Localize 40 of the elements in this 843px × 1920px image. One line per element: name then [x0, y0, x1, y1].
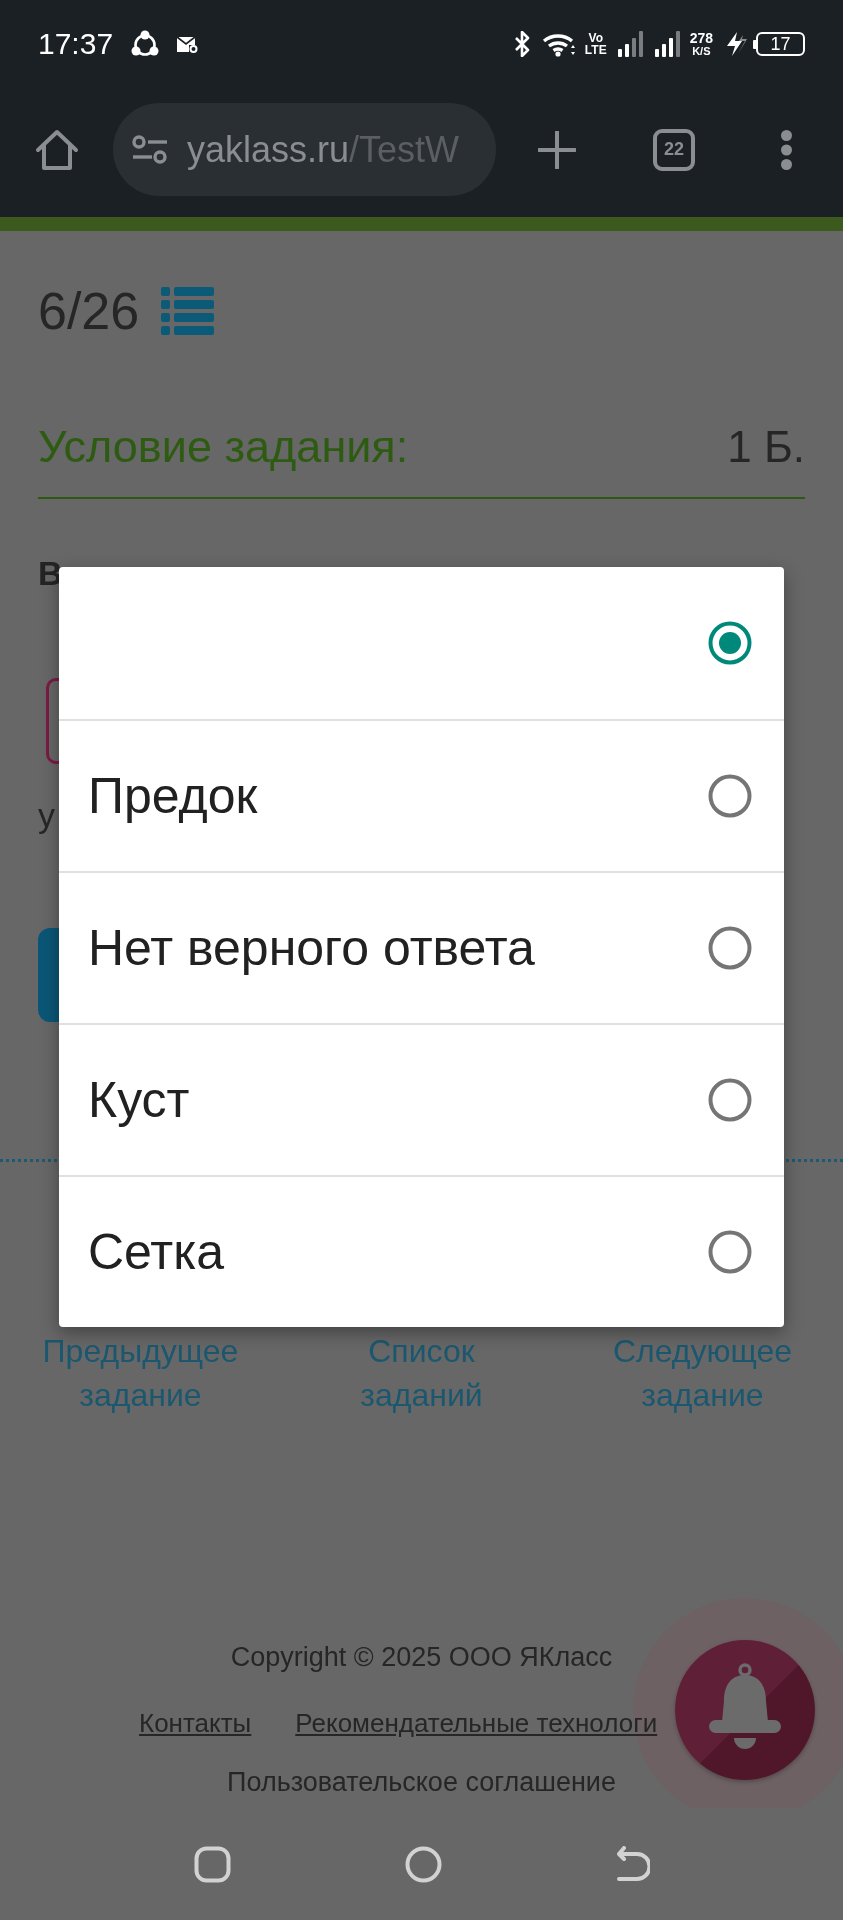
home-icon[interactable] — [35, 128, 79, 171]
signal-icon — [654, 31, 680, 57]
battery-percent: 17 — [770, 35, 791, 53]
section-title: Условие задания: — [38, 421, 409, 473]
bluetooth-icon — [512, 31, 532, 57]
tab-switcher-button[interactable]: 22 — [653, 128, 695, 171]
footer-link[interactable]: Рекомендательные технологи — [295, 1705, 658, 1741]
wifi-icon — [541, 31, 576, 57]
option-label[interactable]: Нет верного ответа — [88, 918, 535, 978]
task-counter: 6/26 — [38, 281, 140, 341]
option-label[interactable]: Сетка — [88, 1222, 224, 1282]
charging-icon — [726, 32, 747, 56]
copyright-text: Copyright © 2025 ООО ЯКласс — [229, 1641, 614, 1674]
instruction-text: В — [38, 553, 63, 593]
plus-icon[interactable] — [538, 130, 576, 169]
recents-icon[interactable] — [193, 1845, 231, 1883]
envelope-icon — [176, 35, 199, 53]
bell-icon — [709, 1662, 781, 1750]
radio-button[interactable] — [708, 621, 752, 665]
status-time: 17:37 — [38, 27, 114, 61]
body-text: у — [38, 795, 55, 835]
points-label: 1 Б. — [727, 421, 805, 473]
home-icon[interactable] — [404, 1845, 442, 1883]
option-label[interactable]: Предок — [88, 766, 258, 826]
share-icon — [131, 30, 160, 58]
site-settings-icon[interactable] — [132, 134, 168, 165]
radio-button[interactable] — [708, 1078, 752, 1122]
menu-icon[interactable] — [780, 128, 793, 171]
network-type-label: Vo — [588, 32, 603, 44]
network-speed: 278 — [689, 31, 713, 45]
radio-button[interactable] — [708, 1230, 752, 1274]
footer-link[interactable]: Пользовательское соглашение — [227, 1765, 616, 1799]
radio-button[interactable] — [708, 926, 752, 970]
radio-button[interactable] — [708, 774, 752, 818]
back-icon[interactable] — [615, 1845, 650, 1883]
footer-link[interactable]: Контакты — [139, 1705, 252, 1741]
speed-unit: K/S — [692, 45, 711, 57]
option-label[interactable]: Куст — [88, 1070, 190, 1130]
network-type-label: LTE — [584, 44, 607, 56]
signal-icon — [617, 31, 643, 57]
